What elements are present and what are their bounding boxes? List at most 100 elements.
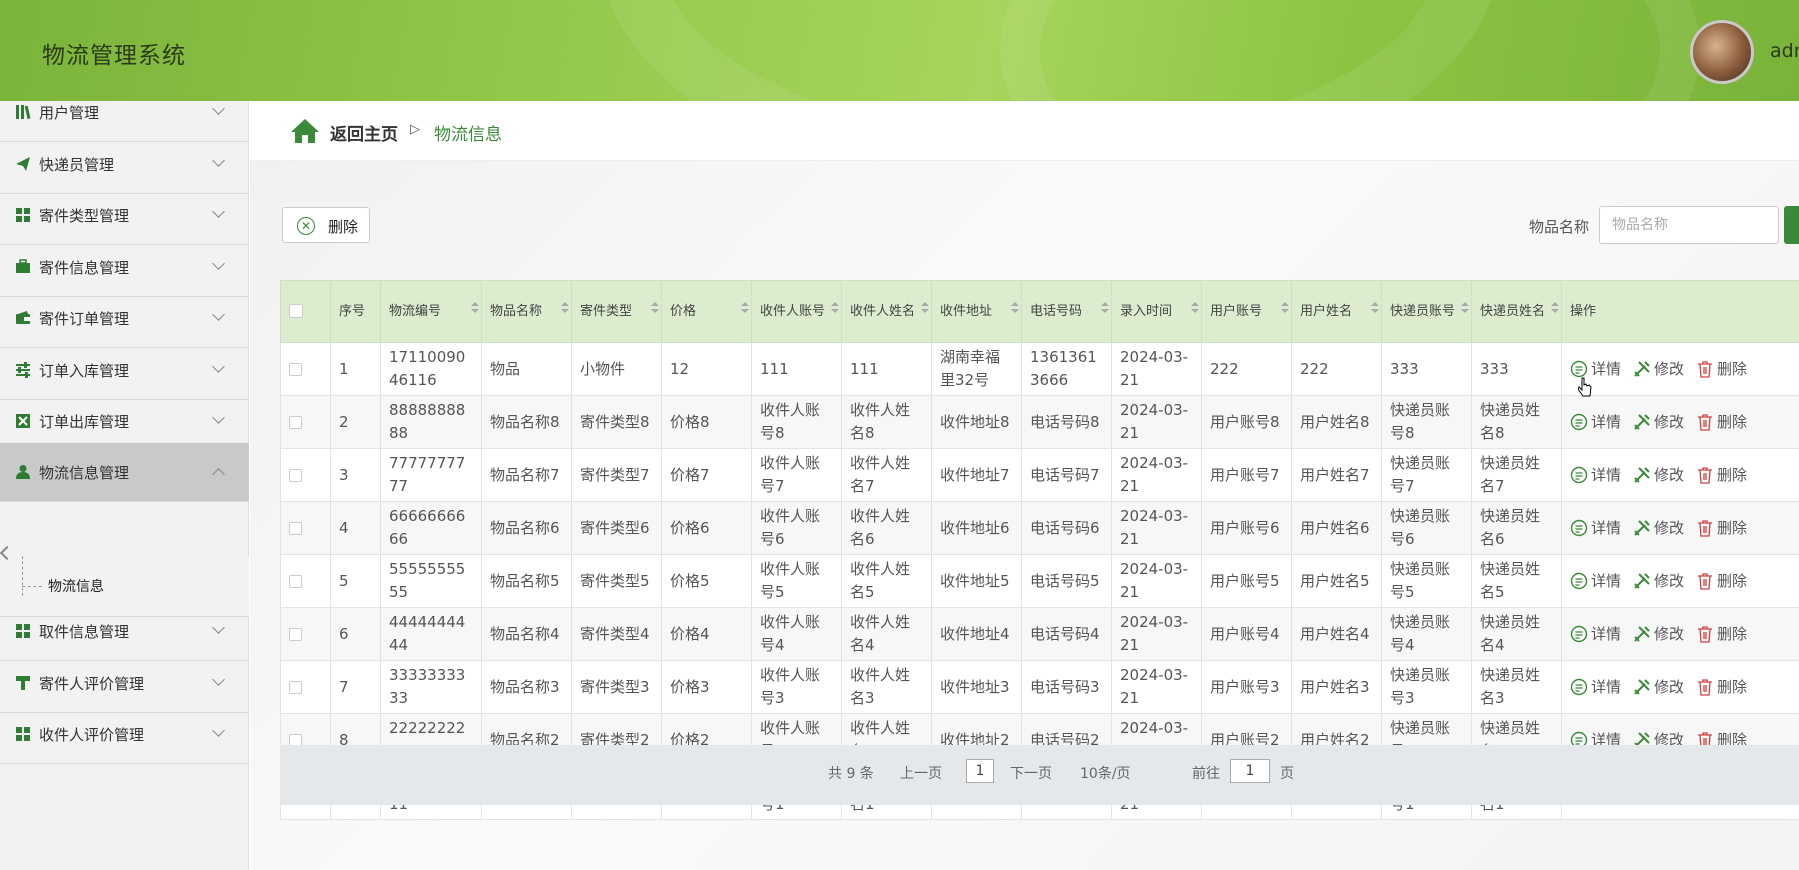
- data-table: 序号 物流编号 物品名称 寄件类型 价格 收件人账号 收件人姓名 收件地址 电话号码 录入时间 用户…: [280, 280, 1799, 820]
- table-cell: 电话号码4: [1021, 607, 1112, 661]
- detail-label: 详情: [1591, 571, 1622, 590]
- detail-button[interactable]: 详情: [1570, 676, 1621, 699]
- row-checkbox[interactable]: [289, 415, 302, 429]
- row-checkbox[interactable]: [289, 468, 302, 482]
- edit-button[interactable]: 修改: [1633, 676, 1684, 699]
- row-checkbox[interactable]: [289, 680, 302, 694]
- actions-cell: 详情 修改 删除: [1561, 660, 1799, 714]
- column-header[interactable]: 价格: [661, 280, 752, 343]
- sidebar-item-label: 寄件订单管理: [39, 309, 130, 328]
- table-cell: 用户账号6: [1201, 501, 1292, 555]
- delete-button[interactable]: ✕ 删除: [282, 207, 370, 243]
- grid-icon: [14, 725, 32, 743]
- column-header-label: 物流编号: [389, 303, 442, 319]
- search-input[interactable]: [1599, 206, 1779, 244]
- select-all-checkbox[interactable]: [289, 304, 303, 318]
- table-cell: 收件人姓名8: [841, 395, 932, 449]
- delete-label: 删除: [1717, 571, 1748, 590]
- table-cell: 3333333333: [380, 660, 482, 714]
- detail-label: 详情: [1591, 412, 1622, 431]
- edit-button[interactable]: 修改: [1633, 358, 1684, 381]
- username[interactable]: adm: [1770, 40, 1799, 62]
- delete-button[interactable]: 删除: [1696, 517, 1747, 540]
- delete-button[interactable]: 删除: [1696, 358, 1747, 381]
- delete-button[interactable]: 删除: [1696, 411, 1747, 434]
- chevron-down-icon: [212, 102, 225, 115]
- detail-button[interactable]: 详情: [1570, 570, 1621, 593]
- chevron-down-icon: [212, 308, 225, 321]
- chevron-down-icon: [212, 673, 225, 686]
- row-checkbox[interactable]: [289, 627, 302, 641]
- sidebar-item-8[interactable]: 物流信息管理: [0, 443, 249, 502]
- column-header[interactable]: 收件人账号: [751, 280, 842, 343]
- sidebar-item-label: 取件信息管理: [39, 622, 130, 641]
- table-cell: 2024-03-21: [1111, 395, 1202, 449]
- chevron-up-icon: [212, 468, 225, 481]
- delete-button[interactable]: 删除: [1696, 464, 1747, 487]
- table-cell: 12: [661, 342, 752, 396]
- sidebar-item-label: 寄件类型管理: [39, 206, 130, 225]
- pager-current-page[interactable]: 1: [966, 759, 994, 783]
- sidebar-item-5[interactable]: 寄件订单管理: [0, 289, 249, 348]
- sidebar-item-1[interactable]: 用户管理: [0, 83, 249, 142]
- detail-label: 详情: [1591, 624, 1622, 643]
- column-header[interactable]: 快递员账号: [1381, 280, 1472, 343]
- table-cell: 寄件类型4: [571, 607, 662, 661]
- delete-button[interactable]: 删除: [1696, 623, 1747, 646]
- table-cell: 物品名称3: [481, 660, 572, 714]
- sidebar-item-12[interactable]: 收件人评价管理: [0, 705, 249, 764]
- row-checkbox-cell: [280, 448, 331, 502]
- table-cell: 寄件类型6: [571, 501, 662, 555]
- avatar[interactable]: [1690, 20, 1754, 84]
- page-size-select[interactable]: 10条/页: [1080, 763, 1131, 783]
- pager-prev[interactable]: 上一页: [900, 763, 942, 783]
- table-cell: 用户姓名3: [1291, 660, 1382, 714]
- column-header[interactable]: 物流编号: [380, 280, 482, 343]
- detail-button[interactable]: 详情: [1570, 517, 1621, 540]
- sidebar-subitem-logistics-info[interactable]: 物流信息: [0, 556, 249, 617]
- column-header[interactable]: 用户账号: [1201, 280, 1292, 343]
- edit-button[interactable]: 修改: [1633, 517, 1684, 540]
- edit-button[interactable]: 修改: [1633, 464, 1684, 487]
- table-cell: 湖南幸福里32号: [931, 342, 1022, 396]
- detail-button[interactable]: 详情: [1570, 623, 1621, 646]
- tree-line: [22, 586, 42, 587]
- column-header[interactable]: 物品名称: [481, 280, 572, 343]
- main-area: 返回主页 ▷ 物流信息 ✕ 删除 物品名称 序号物流编号物品名称寄件类型价格收件…: [250, 101, 1799, 870]
- column-header[interactable]: 录入时间: [1111, 280, 1202, 343]
- home-icon[interactable]: [290, 118, 320, 144]
- row-checkbox[interactable]: [289, 362, 302, 376]
- delete-button[interactable]: 删除: [1696, 570, 1747, 593]
- pager-goto-input[interactable]: 1: [1230, 759, 1270, 783]
- column-header[interactable]: 收件人姓名: [841, 280, 932, 343]
- row-checkbox[interactable]: [289, 521, 302, 535]
- detail-button[interactable]: 详情: [1570, 464, 1621, 487]
- paper-plane-icon: [14, 155, 32, 173]
- breadcrumb-home[interactable]: 返回主页: [330, 120, 398, 145]
- trash-icon: [1698, 573, 1713, 590]
- edit-button[interactable]: 修改: [1633, 411, 1684, 434]
- delete-button[interactable]: 删除: [1696, 676, 1747, 699]
- sidebar-item-3[interactable]: 寄件类型管理: [0, 186, 249, 245]
- table-cell: 4: [330, 501, 381, 555]
- edit-label: 修改: [1654, 465, 1685, 484]
- sidebar-item-label: 订单出库管理: [39, 412, 130, 431]
- column-header[interactable]: 用户姓名: [1291, 280, 1382, 343]
- edit-label: 修改: [1654, 571, 1685, 590]
- table-cell: 2024-03-21: [1111, 660, 1202, 714]
- table-cell: 2024-03-21: [1111, 342, 1202, 396]
- column-header[interactable]: 电话号码: [1021, 280, 1112, 343]
- column-header[interactable]: 收件地址: [931, 280, 1022, 343]
- search-button[interactable]: [1784, 206, 1799, 244]
- pager-next[interactable]: 下一页: [1010, 763, 1052, 783]
- column-header[interactable]: 快递员姓名: [1471, 280, 1562, 343]
- column-header-label: 操作: [1570, 303, 1597, 319]
- table-cell: 电话号码8: [1021, 395, 1112, 449]
- edit-button[interactable]: 修改: [1633, 570, 1684, 593]
- edit-button[interactable]: 修改: [1633, 623, 1684, 646]
- column-header[interactable]: 寄件类型: [571, 280, 662, 343]
- top-header: 物流管理系统 adm: [0, 0, 1799, 101]
- detail-button[interactable]: 详情: [1570, 411, 1621, 434]
- table-cell: 价格7: [661, 448, 752, 502]
- row-checkbox[interactable]: [289, 574, 302, 588]
